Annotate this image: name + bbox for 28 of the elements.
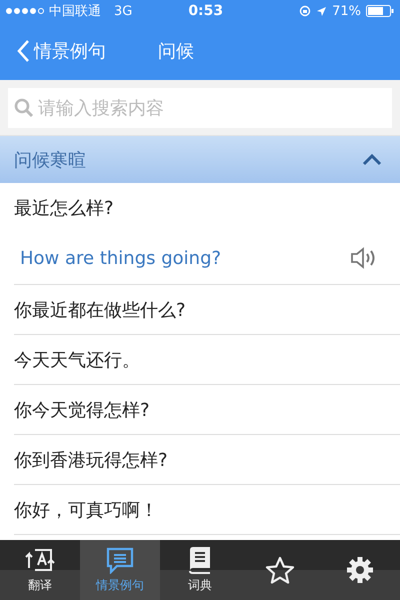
page-title: 问候 bbox=[158, 40, 194, 63]
tab-button[interactable]: 词典 bbox=[160, 540, 240, 600]
tab-button[interactable]: 情景例句 bbox=[80, 540, 160, 600]
speech-bubble-icon bbox=[105, 546, 135, 574]
phrase-row[interactable]: 最近怎么样? bbox=[14, 183, 400, 232]
carrier-name: 中国联通 bbox=[49, 3, 101, 20]
chevron-left-icon bbox=[16, 39, 30, 63]
phrase-row[interactable]: 你最近都在做些什么? bbox=[14, 285, 400, 335]
translation-text: How are things going? bbox=[20, 248, 222, 268]
network-type: 3G bbox=[114, 4, 132, 18]
battery-percent: 71% bbox=[332, 4, 361, 18]
battery-icon bbox=[366, 5, 394, 17]
search-icon bbox=[14, 98, 34, 118]
phrase-row[interactable]: 今天天气还行。 bbox=[14, 335, 400, 385]
phrase-row[interactable]: 你到香港玩得怎样? bbox=[14, 435, 400, 485]
search-field[interactable]: 请输入搜索内容 bbox=[8, 88, 392, 128]
phrase-row[interactable]: 你好，可真巧啊！ bbox=[14, 485, 400, 535]
settings-icon bbox=[346, 556, 374, 584]
rotation-lock-icon bbox=[299, 5, 312, 17]
signal-icon bbox=[6, 8, 44, 14]
star-icon bbox=[265, 556, 295, 584]
location-arrow-icon bbox=[316, 6, 328, 16]
translate-icon bbox=[25, 546, 55, 574]
tab-button[interactable]: 翻译 bbox=[0, 540, 80, 600]
clock-time: 0:53 bbox=[188, 3, 224, 19]
category-title: 问候寒暄 bbox=[14, 148, 86, 172]
book-icon bbox=[187, 546, 213, 574]
phrase-row[interactable]: 你今天觉得怎样? bbox=[14, 385, 400, 435]
